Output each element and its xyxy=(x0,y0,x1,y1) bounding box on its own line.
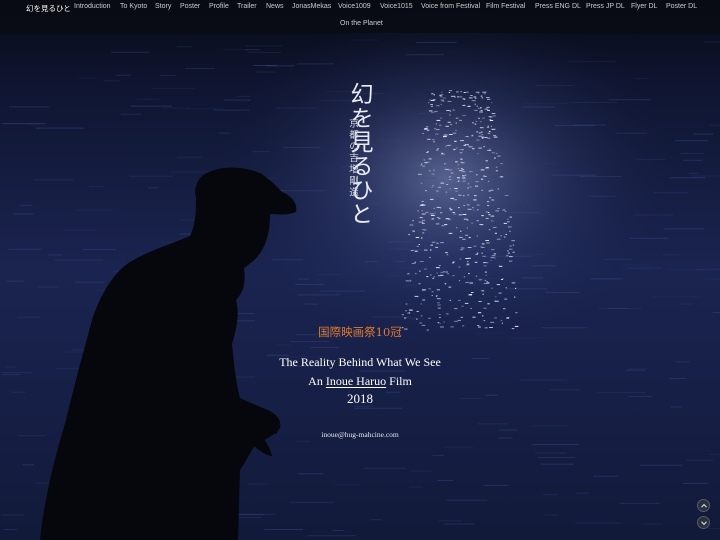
night-lake-silhouette-scene xyxy=(0,0,720,540)
director-link[interactable]: Inoue Haruo xyxy=(326,374,386,388)
nav-item-poster[interactable]: Poster xyxy=(180,3,200,10)
release-year: 2018 xyxy=(347,391,373,406)
scroll-down-button[interactable] xyxy=(697,516,710,529)
nav-item-profile[interactable]: Profile xyxy=(209,3,229,10)
nav-item-trailer[interactable]: Trailer xyxy=(237,3,257,10)
nav-item-news[interactable]: News xyxy=(266,3,284,10)
nav-item-voice-from-festival[interactable]: Voice from Festival xyxy=(421,3,480,10)
nav-item-voice1009[interactable]: Voice1009 xyxy=(338,3,371,10)
film-credit-line: An Inoue Haruo Film xyxy=(0,374,720,389)
nav-item-flyer-dl[interactable]: Flyer DL xyxy=(631,3,657,10)
nav-item-to-kyoto[interactable]: To Kyoto xyxy=(120,3,147,10)
award-badge-text: 国際映画祭10冠 xyxy=(318,325,402,339)
nav-item-voice1015[interactable]: Voice1015 xyxy=(380,3,413,10)
nav-item-story[interactable]: Story xyxy=(155,3,171,10)
nav-brand[interactable]: 幻を見るひと xyxy=(26,3,71,14)
contact-email[interactable]: inoue@hug-mahcine.com xyxy=(0,430,720,439)
hero-subtitle-vertical: 京都の吉増剛造 xyxy=(336,118,358,268)
top-navbar: 幻を見るひと Introduction To Kyoto Story Poste… xyxy=(0,0,720,33)
nav-item-press-jp-dl[interactable]: Press JP DL xyxy=(586,3,625,10)
nav-row-secondary: On the Planet xyxy=(0,17,720,33)
nav-item-jonasmekas[interactable]: JonasMekas xyxy=(292,3,331,10)
nav-item-poster-dl[interactable]: Poster DL xyxy=(666,3,697,10)
film-credit-suffix: Film xyxy=(386,374,412,388)
nav-row-primary: 幻を見るひと Introduction To Kyoto Story Poste… xyxy=(0,0,720,16)
nav-item-press-eng-dl[interactable]: Press ENG DL xyxy=(535,3,581,10)
scroll-up-button[interactable] xyxy=(697,499,710,512)
nav-item-introduction[interactable]: Introduction xyxy=(74,3,111,10)
chevron-up-icon xyxy=(701,503,707,508)
nav-item-film-festival[interactable]: Film Festival xyxy=(486,3,525,10)
chevron-down-icon xyxy=(701,521,707,526)
film-tagline: The Reality Behind What We See xyxy=(279,355,441,369)
film-credit-prefix: An xyxy=(308,374,326,388)
hero-subtitle-line: 京都の吉増剛造 xyxy=(347,118,358,199)
nav-item-on-the-planet[interactable]: On the Planet xyxy=(340,20,383,27)
hero-background-image xyxy=(0,0,720,540)
